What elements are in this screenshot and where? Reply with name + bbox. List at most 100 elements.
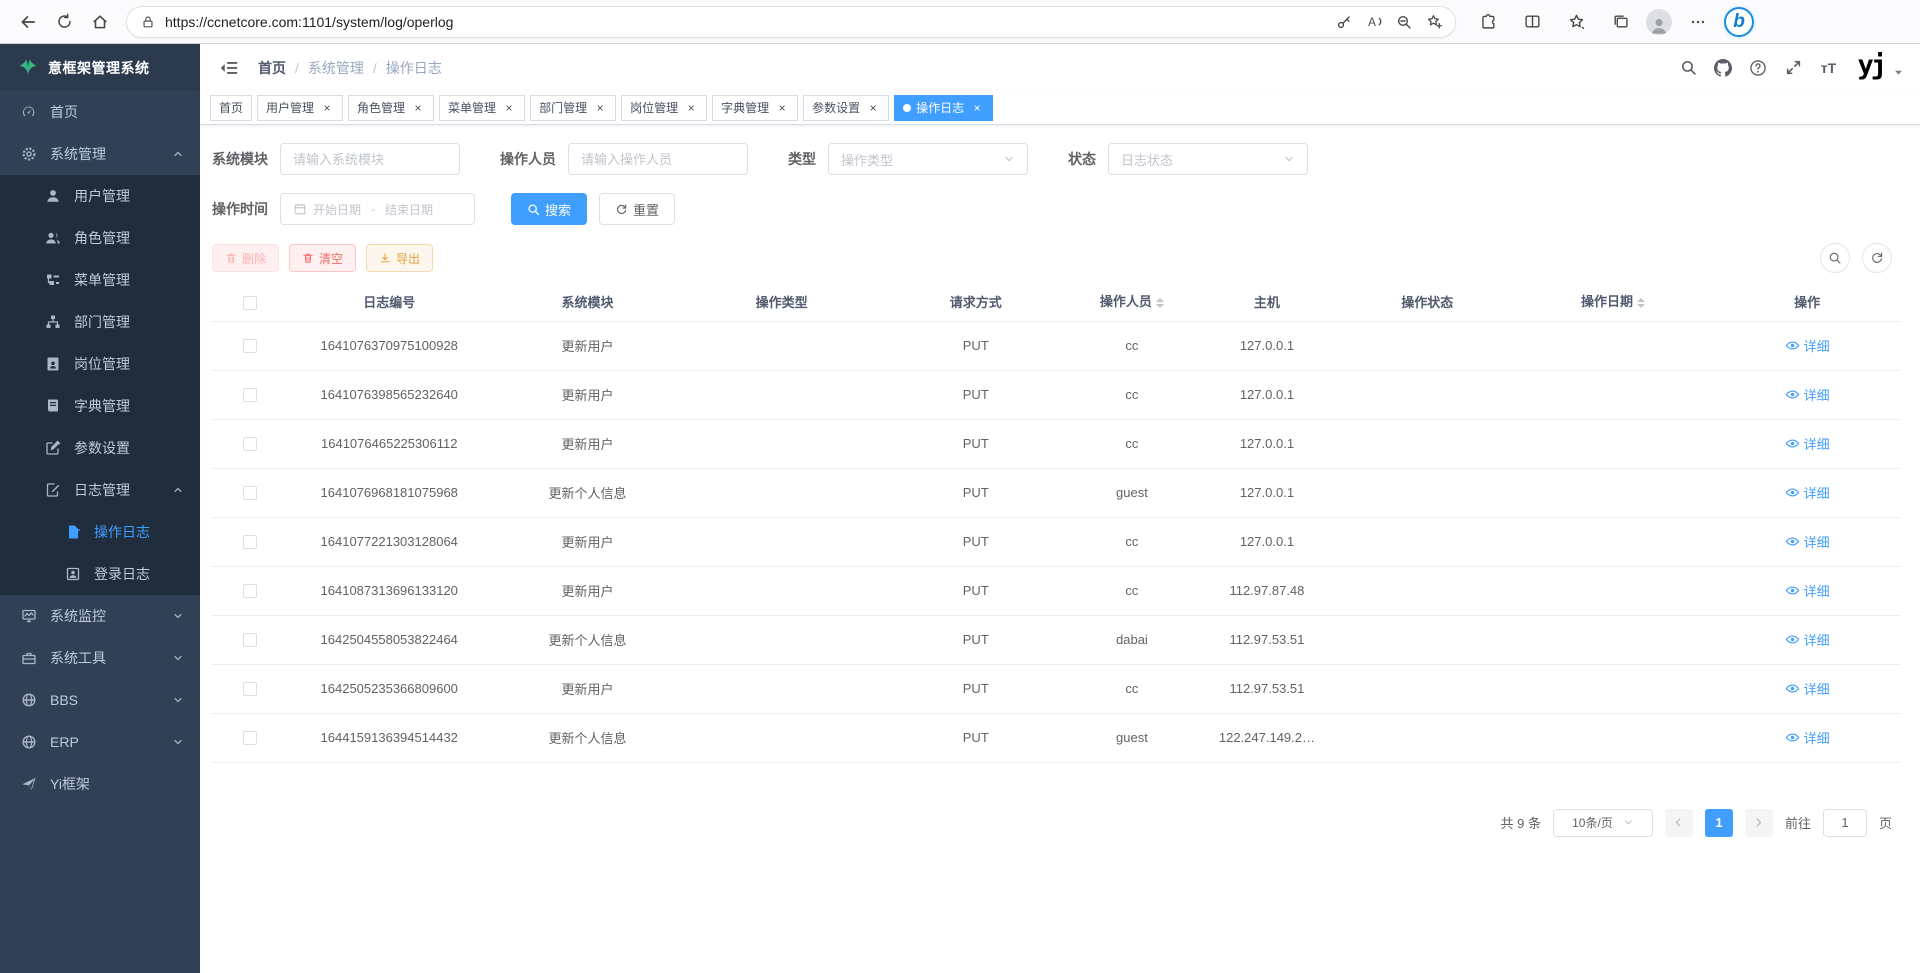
detail-link[interactable]: 详细 [1785,630,1830,649]
address-bar[interactable]: https://ccnetcore.com:1101/system/log/op… [126,6,1456,38]
header-select-all[interactable] [212,283,288,321]
sidebar-item-log-management[interactable]: 日志管理 [0,469,200,511]
operator-filter-input[interactable] [568,143,748,175]
extensions-icon[interactable] [1470,5,1506,39]
detail-link[interactable]: 详细 [1785,385,1830,404]
breadcrumb-item[interactable]: 首页 [258,58,286,78]
sidebar-item-dict-management[interactable]: 字典管理 [0,385,200,427]
status-filter-select[interactable]: 日志状态 [1108,143,1308,175]
detail-link[interactable]: 详细 [1785,679,1830,698]
detail-link[interactable]: 详细 [1785,532,1830,551]
sort-carets-icon[interactable] [1156,294,1164,312]
sidebar-item-home[interactable]: 首页 [0,91,200,133]
sidebar-item-role-management[interactable]: 角色管理 [0,217,200,259]
end-date-placeholder[interactable]: 结束日期 [385,201,433,218]
sidebar-item-user-management[interactable]: 用户管理 [0,175,200,217]
prev-page-button[interactable] [1665,809,1693,837]
search-button[interactable]: 搜索 [511,193,587,225]
column-header-date[interactable]: 操作日期 [1512,283,1715,321]
url-text[interactable]: https://ccnetcore.com:1101/system/log/op… [165,14,1329,30]
tab-close-icon[interactable]: × [970,101,984,115]
tab-close-icon[interactable]: × [775,101,789,115]
search-icon[interactable] [1674,54,1702,82]
tab-operation-log[interactable]: 操作日志× [894,95,993,121]
sidebar-item-system-monitor[interactable]: 系统监控 [0,595,200,637]
profile-avatar[interactable] [1646,9,1672,35]
row-checkbox[interactable] [243,682,257,696]
row-checkbox[interactable] [243,339,257,353]
tab-close-icon[interactable]: × [684,101,698,115]
sidebar-item-login-log[interactable]: 登录日志 [0,553,200,595]
sort-carets-icon[interactable] [1637,294,1645,312]
tab-user-management[interactable]: 用户管理× [257,95,343,121]
sidebar-item-menu-management[interactable]: 菜单管理 [0,259,200,301]
row-checkbox[interactable] [243,584,257,598]
module-filter-input[interactable] [280,143,460,175]
next-page-button[interactable] [1745,809,1773,837]
tab-close-icon[interactable]: × [866,101,880,115]
detail-link[interactable]: 详细 [1785,434,1830,453]
more-options-icon[interactable] [1680,5,1716,39]
delete-button[interactable]: 删除 [212,244,279,272]
key-icon[interactable] [1329,8,1359,36]
sidebar-item-operation-log[interactable]: 操作日志 [0,511,200,553]
sidebar-item-dept-management[interactable]: 部门管理 [0,301,200,343]
favorite-add-icon[interactable] [1419,8,1449,36]
tab-dept-management[interactable]: 部门管理× [530,95,616,121]
bing-icon[interactable]: b [1724,7,1754,37]
sidebar-item-erp[interactable]: ERP [0,721,200,763]
reset-button[interactable]: 重置 [599,193,675,225]
row-checkbox[interactable] [243,731,257,745]
start-date-placeholder[interactable]: 开始日期 [313,201,361,218]
page-number-1[interactable]: 1 [1705,809,1733,837]
sidebar-item-param-settings[interactable]: 参数设置 [0,427,200,469]
toggle-search-button[interactable] [1820,243,1850,273]
back-icon[interactable] [10,5,46,39]
row-checkbox[interactable] [243,486,257,500]
split-screen-icon[interactable] [1514,5,1550,39]
read-aloud-icon[interactable]: A [1359,8,1389,36]
tab-home[interactable]: 首页 [210,95,252,121]
tab-menu-management[interactable]: 菜单管理× [439,95,525,121]
fullscreen-icon[interactable] [1779,54,1807,82]
sidebar-item-post-management[interactable]: 岗位管理 [0,343,200,385]
tab-close-icon[interactable]: × [593,101,607,115]
github-icon[interactable] [1709,54,1737,82]
favorites-bar-icon[interactable] [1558,5,1594,39]
detail-link[interactable]: 详细 [1785,483,1830,502]
detail-link[interactable]: 详细 [1785,336,1830,355]
zoom-out-icon[interactable] [1389,8,1419,36]
sidebar-item-yi-framework[interactable]: Yi框架 [0,763,200,805]
text-size-icon[interactable]: тT [1814,54,1842,82]
chevron-down-icon[interactable] [1893,67,1904,78]
row-checkbox[interactable] [243,388,257,402]
tab-close-icon[interactable]: × [502,101,516,115]
tab-role-management[interactable]: 角色管理× [348,95,434,121]
tab-dict-management[interactable]: 字典管理× [712,95,798,121]
row-checkbox[interactable] [243,437,257,451]
date-range-picker[interactable]: 开始日期 - 结束日期 [280,193,475,225]
tab-post-management[interactable]: 岗位管理× [621,95,707,121]
yj-brand-logo[interactable]: yj [1857,50,1884,81]
detail-link[interactable]: 详细 [1785,728,1830,747]
row-checkbox[interactable] [243,633,257,647]
home-icon[interactable] [82,5,118,39]
export-button[interactable]: 导出 [366,244,433,272]
detail-link[interactable]: 详细 [1785,581,1830,600]
select-all-checkbox[interactable] [243,296,257,310]
app-logo[interactable]: 意框架管理系统 [0,44,200,91]
page-size-select[interactable]: 10条/页 [1553,809,1653,837]
clear-button[interactable]: 清空 [289,244,356,272]
refresh-icon[interactable] [46,5,82,39]
column-header-operator[interactable]: 操作人员 [1073,283,1191,321]
type-filter-select[interactable]: 操作类型 [828,143,1028,175]
collections-icon[interactable] [1602,5,1638,39]
tab-close-icon[interactable]: × [320,101,334,115]
sidebar-item-system-tools[interactable]: 系统工具 [0,637,200,679]
sidebar-item-bbs[interactable]: BBS [0,679,200,721]
goto-page-input[interactable] [1823,809,1867,837]
refresh-table-button[interactable] [1862,243,1892,273]
sidebar-fold-icon[interactable] [216,55,242,81]
tab-param-settings[interactable]: 参数设置× [803,95,889,121]
sidebar-item-system-management[interactable]: 系统管理 [0,133,200,175]
